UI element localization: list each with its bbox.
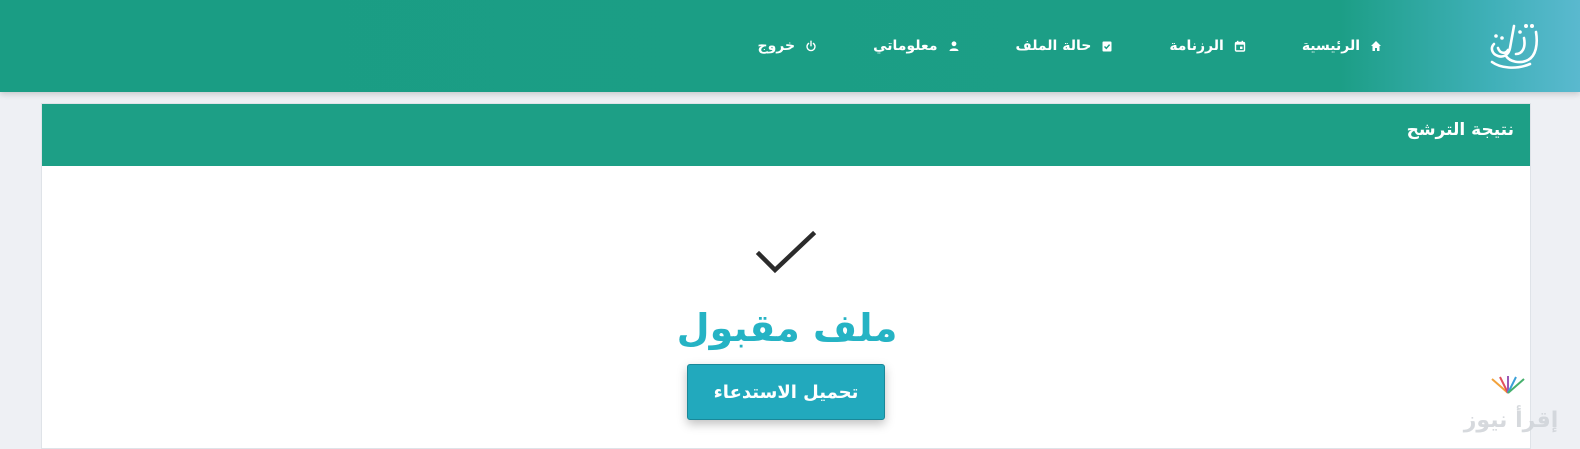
calendar-icon [1234, 40, 1246, 52]
home-icon [1370, 40, 1382, 52]
logo-calligraphy-icon [1490, 24, 1539, 69]
power-icon [805, 40, 817, 52]
top-navbar: الرئيسية الرزنامة حالة الملف معلوماتي خر… [0, 0, 1580, 92]
nav-item-label: خروج [757, 38, 796, 54]
nav-item-file-status[interactable]: حالة الملف [1016, 38, 1114, 54]
nav-item-home[interactable]: الرئيسية [1302, 38, 1382, 54]
nav-item-label: الرزنامة [1169, 38, 1224, 54]
checkmark-icon [755, 230, 817, 274]
download-convocation-button[interactable]: تحميل الاستدعاء [687, 364, 885, 420]
watermark-text: إقرأ نيوز [1463, 408, 1559, 433]
site-logo[interactable] [1480, 18, 1544, 74]
application-status: ملف مقبول [676, 306, 898, 350]
nav-item-label: الرئيسية [1301, 38, 1360, 54]
card-body: ملف مقبول تحميل الاستدعاء [42, 166, 1530, 436]
watermark: إقرأ نيوز [1456, 375, 1566, 433]
nav-item-logout[interactable]: خروج [758, 38, 818, 54]
nav-item-my-info[interactable]: معلوماتي [873, 38, 959, 54]
nav-item-label: حالة الملف [1015, 38, 1092, 54]
card-title: نتيجة الترشح [1406, 120, 1514, 140]
user-icon [948, 40, 960, 52]
watermark-logo-icon [1491, 376, 1525, 394]
result-card: نتيجة الترشح ملف مقبول تحميل الاستدعاء [41, 103, 1531, 449]
clipboard-check-icon [1101, 40, 1113, 52]
main-nav: الرئيسية الرزنامة حالة الملف معلوماتي خر… [702, 0, 1383, 92]
card-header: نتيجة الترشح [42, 104, 1530, 166]
nav-item-calendar[interactable]: الرزنامة [1169, 38, 1246, 54]
nav-item-label: معلوماتي [873, 38, 938, 54]
